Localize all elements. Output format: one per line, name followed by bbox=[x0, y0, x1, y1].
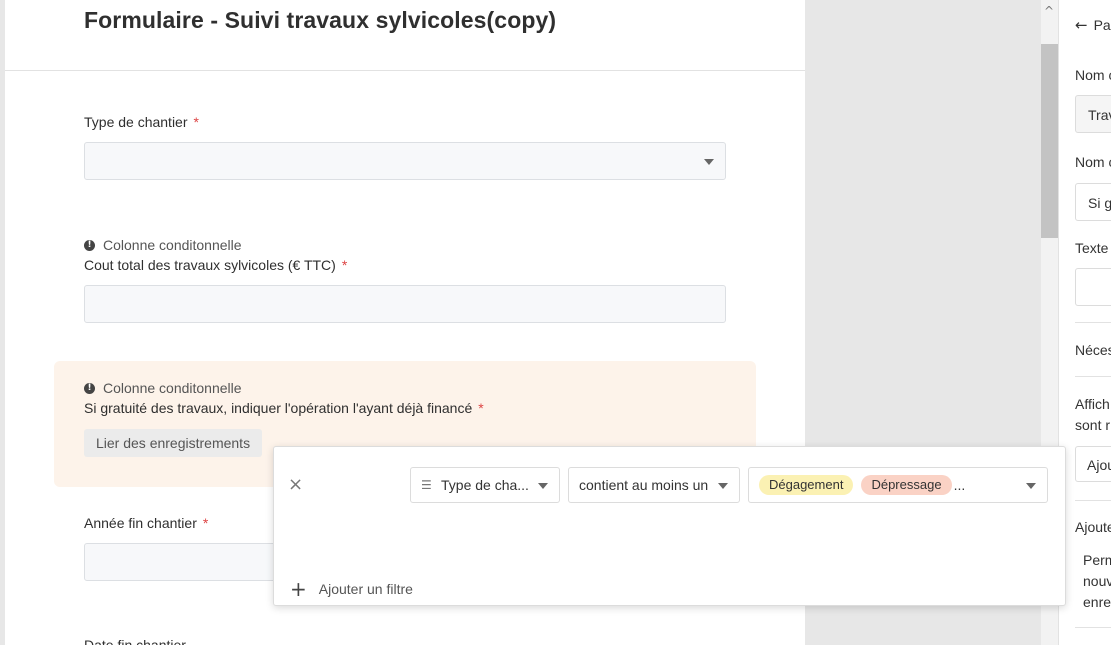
title-divider bbox=[5, 70, 805, 71]
add-label: Ajoute bbox=[1075, 519, 1111, 535]
plus-icon: + bbox=[290, 577, 307, 601]
filter-values-select[interactable]: Dégagement Dépressage ... bbox=[748, 467, 1048, 503]
scroll-up-icon[interactable]: ^ bbox=[1044, 4, 1054, 18]
form-title: Formulaire - Suivi travaux sylvicoles(co… bbox=[84, 7, 557, 33]
divider bbox=[1075, 376, 1111, 377]
text-label: Texte bbox=[1075, 240, 1109, 256]
divider bbox=[1075, 627, 1111, 628]
name-label-2: Nom c bbox=[1075, 154, 1111, 170]
field-label-type-chantier: Type de chantier * bbox=[84, 114, 199, 130]
exclamation-icon: ! bbox=[84, 239, 95, 251]
conditional-note: ! Colonne conditonnelle bbox=[84, 380, 242, 396]
add-condition-button[interactable]: Ajou bbox=[1075, 446, 1111, 482]
label-text: Cout total des travaux sylvicoles (€ TTC… bbox=[84, 257, 336, 273]
type-chantier-select[interactable] bbox=[84, 142, 726, 180]
label-text: Date fin chantier bbox=[84, 637, 186, 645]
required-marker: * bbox=[478, 400, 484, 416]
filter-operator-select[interactable]: contient au moins un bbox=[568, 467, 740, 503]
filter-popup: × ☰ Type de cha... contient au moins un … bbox=[273, 446, 1066, 606]
filter-field-select[interactable]: ☰ Type de cha... bbox=[410, 467, 560, 503]
chevron-down-icon bbox=[704, 159, 714, 165]
add-filter-label: Ajouter un filtre bbox=[318, 581, 413, 597]
conditional-note-text: Colonne conditonnelle bbox=[103, 380, 242, 396]
conditional-note-text: Colonne conditonnelle bbox=[103, 237, 242, 253]
label-text: Année fin chantier bbox=[84, 515, 197, 531]
filter-field-value: Type de cha... bbox=[441, 477, 529, 493]
help-text-line2: nouv bbox=[1083, 573, 1111, 589]
close-icon[interactable]: × bbox=[288, 474, 303, 495]
chevron-down-icon bbox=[718, 483, 728, 489]
scroll-thumb[interactable] bbox=[1041, 44, 1058, 238]
help-text-line3: enre bbox=[1083, 594, 1111, 610]
link-records-button[interactable]: Lier des enregistrements bbox=[84, 429, 263, 457]
label-text: Type de chantier bbox=[84, 114, 188, 130]
label-text: Si gratuité des travaux, indiquer l'opér… bbox=[84, 400, 473, 416]
conditional-note: ! Colonne conditonnelle bbox=[84, 237, 242, 253]
more-values-ellipsis: ... bbox=[953, 477, 966, 493]
tag-depressage: Dépressage bbox=[861, 475, 952, 495]
field-label-cout-total: Cout total des travaux sylvicoles (€ TTC… bbox=[84, 257, 347, 273]
required-marker: * bbox=[193, 114, 199, 130]
divider bbox=[1075, 322, 1111, 323]
filter-operator-value: contient au moins un bbox=[579, 477, 709, 493]
chevron-down-icon bbox=[538, 483, 548, 489]
list-icon: ☰ bbox=[421, 478, 432, 492]
exclamation-icon: ! bbox=[84, 382, 95, 394]
divider bbox=[1075, 500, 1111, 501]
field-label-annee-fin: Année fin chantier * bbox=[84, 515, 208, 531]
field-label-date-fin: Date fin chantier bbox=[84, 637, 186, 645]
name-input-value: Trav bbox=[1088, 107, 1111, 123]
display-label-line1: Affich bbox=[1075, 396, 1110, 412]
name-input[interactable]: Trav bbox=[1075, 95, 1111, 133]
display-label-line2: sont r bbox=[1075, 417, 1111, 433]
back-button[interactable]: ← Pa bbox=[1075, 16, 1111, 34]
name-input-2-value: Si g bbox=[1088, 195, 1111, 211]
back-label: Pa bbox=[1093, 17, 1111, 33]
required-marker: * bbox=[341, 257, 348, 273]
help-text-line1: Perm bbox=[1083, 552, 1111, 568]
required-marker: * bbox=[202, 515, 209, 531]
text-input[interactable] bbox=[1075, 268, 1111, 306]
add-filter-button[interactable]: + Ajouter un filtre bbox=[290, 577, 413, 601]
arrow-left-icon: ← bbox=[1075, 16, 1088, 34]
name-input-2[interactable]: Si g bbox=[1075, 183, 1111, 221]
name-label: Nom c bbox=[1075, 67, 1111, 83]
chevron-down-icon bbox=[1026, 483, 1036, 489]
field-label-gratuite: Si gratuité des travaux, indiquer l'opér… bbox=[84, 400, 484, 416]
required-toggle-label: Néces bbox=[1075, 342, 1111, 358]
cout-total-input[interactable] bbox=[84, 285, 726, 323]
tag-degagement: Dégagement bbox=[759, 475, 854, 495]
add-condition-label: Ajou bbox=[1087, 457, 1111, 473]
